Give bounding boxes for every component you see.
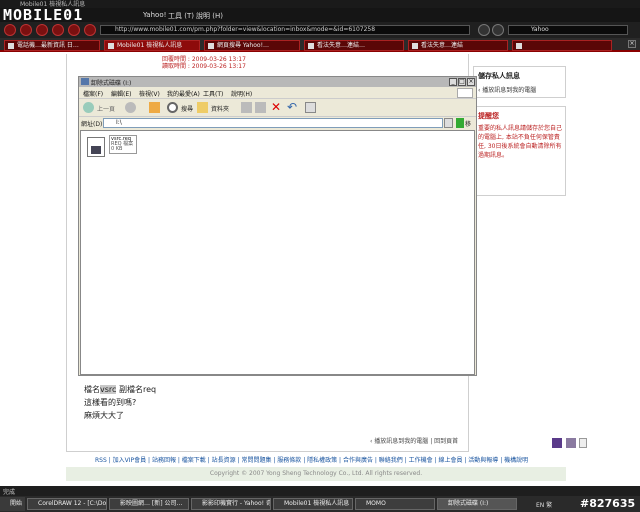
tab-2[interactable]: Mobile01 檢視私人訊息 bbox=[104, 40, 200, 51]
ex-menu-file[interactable]: 檔案(F) bbox=[83, 89, 103, 98]
copy-to-icon[interactable] bbox=[255, 102, 266, 113]
explorer-address-row: 網址(D) I:\ 移至 bbox=[79, 117, 476, 137]
tab-4[interactable]: 看法失意…連結… bbox=[304, 40, 404, 51]
address-label: 網址(D) bbox=[81, 121, 103, 128]
views-icon[interactable] bbox=[305, 102, 316, 113]
stop-icon[interactable] bbox=[36, 24, 48, 36]
close-button[interactable]: × bbox=[467, 78, 475, 86]
tray-lang[interactable]: EN 繁 bbox=[536, 500, 552, 509]
add-icon[interactable] bbox=[492, 24, 504, 36]
address-text: http://www.mobile01.com/pm.php?folder=vi… bbox=[115, 26, 376, 33]
search-icon[interactable] bbox=[167, 102, 178, 113]
explorer-address-value: I:\ bbox=[116, 119, 122, 126]
yahoo-icon[interactable] bbox=[552, 438, 562, 448]
ex-menu-tools[interactable]: 工具(T) bbox=[203, 89, 223, 98]
search-input[interactable]: Yahoo bbox=[508, 25, 628, 35]
file-size: 0 KB bbox=[111, 146, 123, 152]
minimize-button[interactable]: _ bbox=[449, 78, 457, 86]
search-engine-label: Yahoo bbox=[531, 26, 549, 33]
watermark: #827635 bbox=[580, 497, 636, 510]
tab-1[interactable]: 電話機…最新資訊 日… bbox=[4, 40, 100, 51]
browser-status-bar: 完成 bbox=[0, 486, 640, 496]
explorer-window: 卸除式磁碟 (I:) _ □ × 檔案(F) 編輯(E) 檢視(V) 我的最愛(… bbox=[78, 76, 477, 376]
explorer-title: 卸除式磁碟 (I:) bbox=[91, 80, 132, 87]
ex-menu-edit[interactable]: 編輯(E) bbox=[111, 89, 131, 98]
folders-label[interactable]: 資料夾 bbox=[211, 104, 229, 113]
home-icon[interactable] bbox=[68, 24, 80, 36]
back-icon[interactable] bbox=[4, 24, 16, 36]
yahoo-tool-icon[interactable] bbox=[566, 438, 576, 448]
copyright: Copyright © 2007 Yong Sheng Technology C… bbox=[66, 467, 566, 481]
sidebar-save-box: 儲存私人訊息 ‹ 播放訊息到我的電腦 bbox=[473, 66, 566, 98]
save-to-pc-link[interactable]: ‹ 播放訊息到我的電腦 bbox=[478, 86, 564, 95]
search-label[interactable]: 搜尋 bbox=[181, 104, 193, 113]
forward-icon[interactable] bbox=[20, 24, 32, 36]
message-line-1: 檔名vsrc 副檔名req bbox=[84, 385, 157, 394]
address-bar[interactable]: http://www.mobile01.com/pm.php?folder=vi… bbox=[100, 25, 470, 35]
back-label[interactable]: 上一頁 bbox=[97, 104, 115, 113]
up-folder-icon[interactable] bbox=[149, 102, 160, 113]
sidebar-reminder-box: 提醒您 重要的私人訊息請儲存於您自己的電腦上, 本站不負任何保管責任, 30日後… bbox=[473, 106, 566, 196]
status-text: 完成 bbox=[3, 489, 16, 496]
browser-nav-bar: http://www.mobile01.com/pm.php?folder=vi… bbox=[0, 22, 640, 38]
back-links[interactable]: ‹ 播放訊息到我的電腦 | 回到頁首 bbox=[370, 436, 458, 445]
menu-help[interactable]: 說明 (H) bbox=[196, 11, 223, 21]
task-mobile01[interactable]: Mobile01 檢視私人訊息 bbox=[273, 498, 353, 510]
explorer-menu-bar: 檔案(F) 編輯(E) 檢視(V) 我的最愛(A) 工具(T) 說明(H) bbox=[79, 87, 476, 99]
go-icon[interactable] bbox=[456, 118, 464, 128]
tab-3[interactable]: 網頁搜尋 Yahoo!… bbox=[204, 40, 300, 51]
taskbar: 開始 CorelDRAW 12 - [C:\Do… 影映圖網… [新] 公司… … bbox=[0, 496, 640, 512]
task-coreldraw[interactable]: CorelDRAW 12 - [C:\Do… bbox=[27, 498, 107, 510]
task-item-3[interactable]: 影影印機實行 - Yahoo! 奇… bbox=[191, 498, 271, 510]
explorer-address-input[interactable]: I:\ bbox=[103, 118, 443, 128]
explorer-file-area: vsrc.req REQ 檔案 0 KB bbox=[80, 130, 475, 375]
tab-bar: 電話機…最新資訊 日… Mobile01 檢視私人訊息 網頁搜尋 Yahoo!…… bbox=[0, 38, 640, 52]
refresh-icon[interactable] bbox=[52, 24, 64, 36]
address-dropdown-icon[interactable] bbox=[444, 118, 453, 128]
ex-menu-help[interactable]: 說明(H) bbox=[231, 89, 252, 98]
message-line-3: 麻煩大大了 bbox=[84, 411, 124, 420]
ex-menu-favorites[interactable]: 我的最愛(A) bbox=[167, 89, 200, 98]
ex-menu-view[interactable]: 檢視(V) bbox=[139, 89, 160, 98]
start-button[interactable]: 開始 bbox=[0, 497, 25, 511]
star-icon[interactable] bbox=[478, 24, 490, 36]
forward-icon[interactable] bbox=[125, 102, 136, 113]
footer-nav[interactable]: RSS | 加入VIP會員 | 站務回報 | 檔案下載 | 站長資源 | 常問問… bbox=[95, 455, 528, 464]
menu-yahoo[interactable]: Yahoo! bbox=[143, 11, 166, 19]
drive-icon bbox=[81, 78, 89, 85]
menu-tools[interactable]: 工具 (T) bbox=[168, 11, 194, 21]
task-item-2[interactable]: 影映圖網… [新] 公司… bbox=[109, 498, 189, 510]
explorer-title-bar[interactable]: 卸除式磁碟 (I:) _ □ × bbox=[79, 77, 476, 87]
maximize-button[interactable]: □ bbox=[458, 78, 466, 86]
delete-icon[interactable]: ✕ bbox=[271, 101, 282, 113]
history-icon[interactable] bbox=[84, 24, 96, 36]
file-details[interactable]: vsrc.req REQ 檔案 0 KB bbox=[109, 135, 137, 154]
windows-logo-icon bbox=[457, 88, 473, 98]
read-time: 讀取時間 : 2009-03-26 13:17 bbox=[162, 63, 246, 70]
reminder-title: 提醒您 bbox=[478, 112, 499, 120]
close-tab-icon[interactable]: × bbox=[628, 40, 636, 48]
dropdown-icon[interactable] bbox=[579, 438, 587, 448]
task-explorer[interactable]: 卸除式磁碟 (I:) bbox=[437, 498, 517, 510]
tab-5[interactable]: 看法失意…連結 bbox=[408, 40, 508, 51]
save-box-title: 儲存私人訊息 bbox=[478, 72, 520, 80]
tab-6[interactable] bbox=[512, 40, 612, 51]
explorer-toolbar: 上一頁 搜尋 資料夾 ✕ ↶ bbox=[79, 99, 476, 117]
undo-icon[interactable]: ↶ bbox=[287, 101, 298, 113]
task-momo[interactable]: MOMO bbox=[355, 498, 435, 510]
back-icon[interactable] bbox=[83, 102, 94, 113]
browser-menu-bar: MOBILE01 Yahoo! 工具 (T) 說明 (H) bbox=[0, 6, 640, 24]
message-line-2: 這樣看的到嗎? bbox=[84, 398, 137, 407]
move-to-icon[interactable] bbox=[241, 102, 252, 113]
reminder-text: 重要的私人訊息請儲存於您自己的電腦上, 本站不負任何保管責任, 30日後系統會自… bbox=[478, 125, 563, 159]
browser-title-bar: Mobile01 檢視私人訊息 bbox=[0, 0, 640, 8]
folders-icon[interactable] bbox=[197, 102, 208, 113]
req-file-icon[interactable] bbox=[87, 137, 105, 157]
